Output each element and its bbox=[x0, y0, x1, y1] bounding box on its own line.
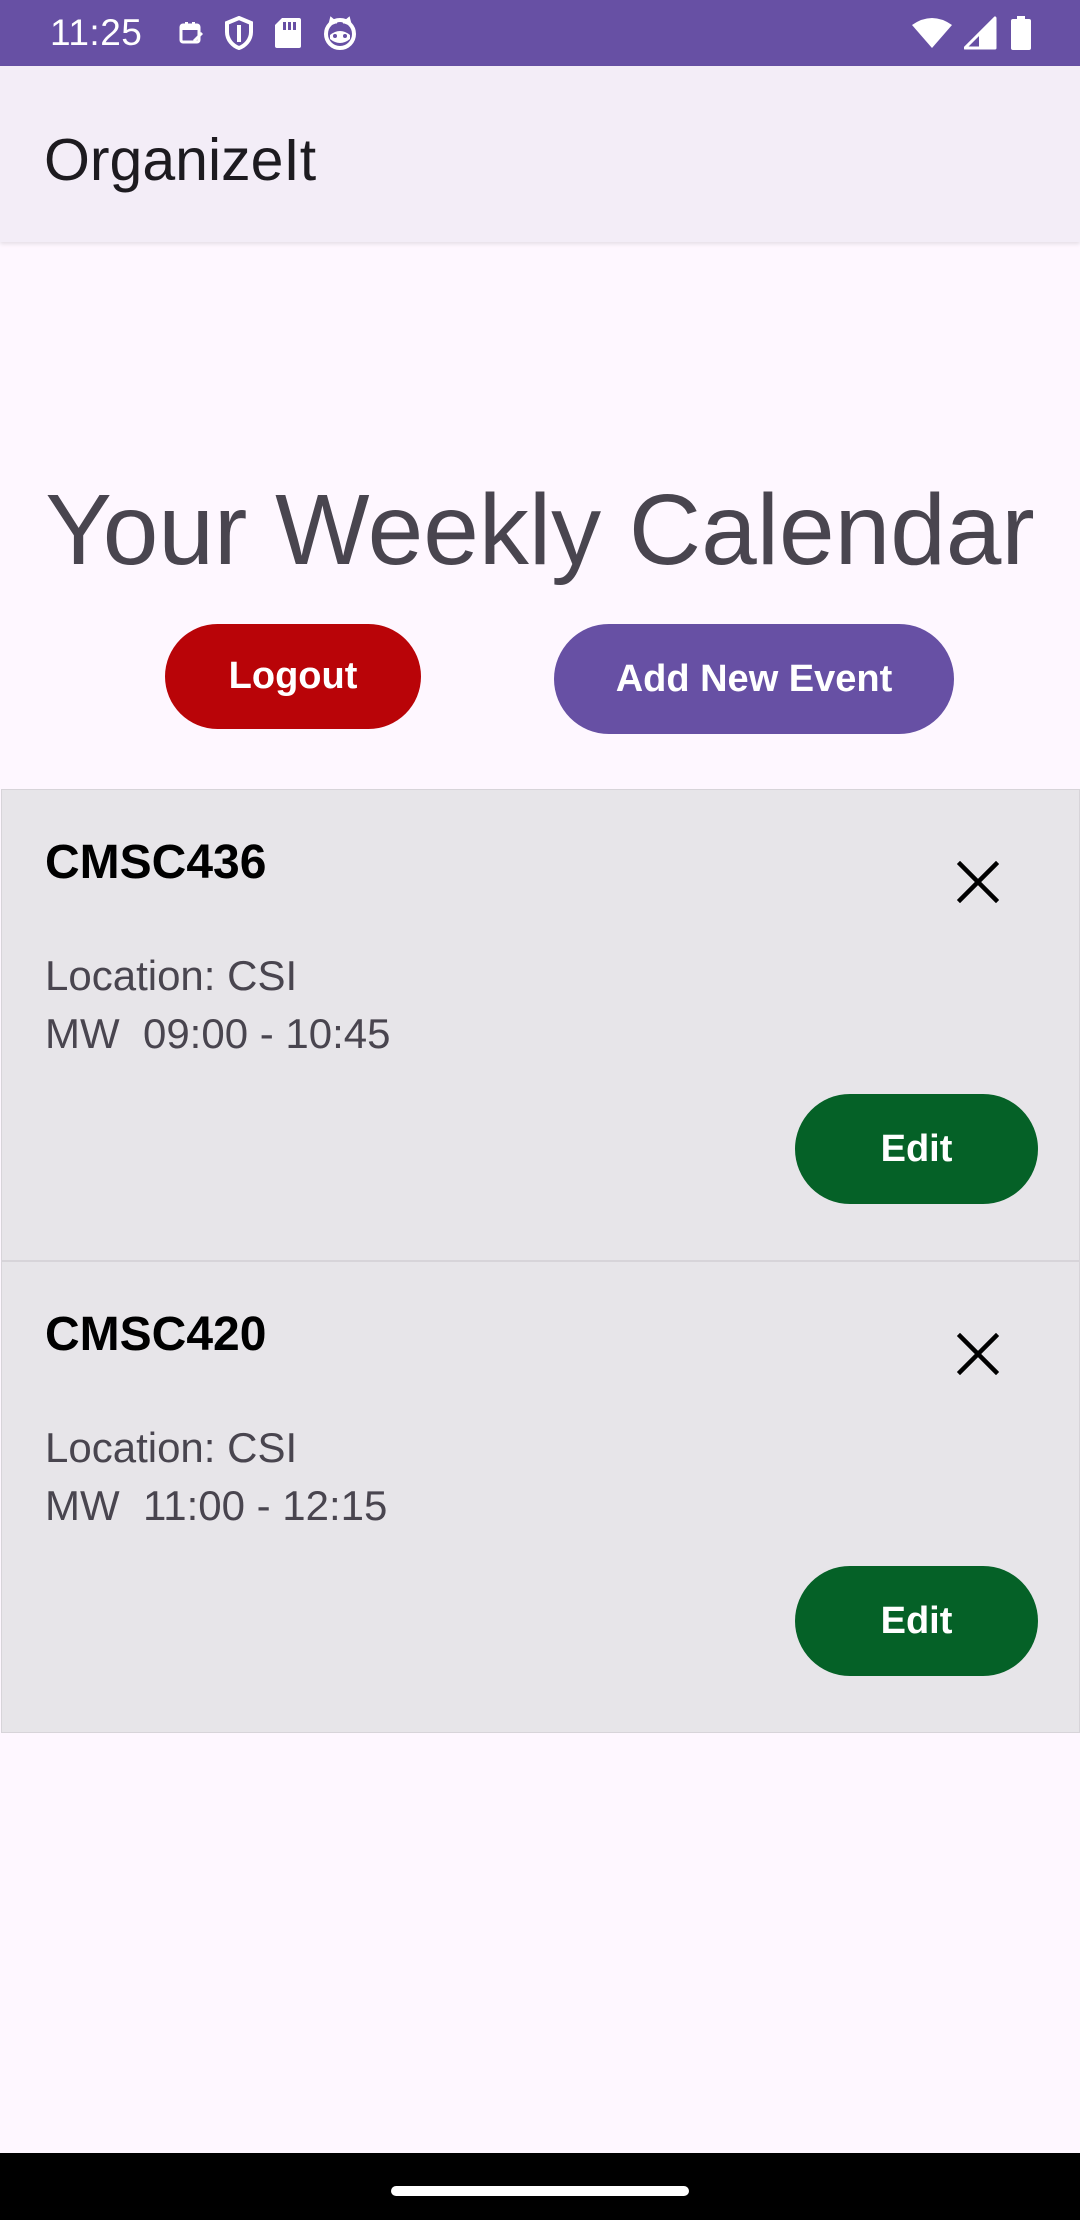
navigation-bar bbox=[0, 2153, 1080, 2220]
event-location: Location: CSI bbox=[45, 1424, 298, 1471]
status-system-icons bbox=[912, 14, 1032, 52]
edit-event-button[interactable]: Edit bbox=[795, 1094, 1038, 1204]
wifi-icon bbox=[912, 18, 952, 48]
edit-event-button[interactable]: Edit bbox=[795, 1566, 1038, 1676]
app-title: OrganizeIt bbox=[44, 127, 317, 193]
shield-icon bbox=[225, 16, 253, 50]
logout-button[interactable]: Logout bbox=[165, 624, 421, 729]
event-location: Location: CSI bbox=[45, 952, 298, 999]
signal-icon bbox=[964, 16, 997, 50]
sd-card-icon bbox=[275, 18, 301, 48]
event-time: MW 11:00 - 12:15 bbox=[45, 1482, 388, 1529]
event-time: MW 09:00 - 10:45 bbox=[45, 1010, 391, 1057]
event-title: CMSC420 bbox=[45, 1308, 267, 1361]
status-bar: 11:25 bbox=[0, 0, 1080, 66]
delete-event-button[interactable] bbox=[949, 1325, 1007, 1383]
home-gesture-handle[interactable] bbox=[391, 2186, 689, 2196]
event-card: CMSC436 Location: CSI MW 09:00 - 10:45 E… bbox=[1, 789, 1080, 1261]
page-title: Your Weekly Calendar bbox=[45, 474, 1035, 586]
battery-icon bbox=[1011, 16, 1031, 50]
add-new-event-button[interactable]: Add New Event bbox=[554, 624, 954, 734]
status-notification-icons bbox=[178, 14, 358, 52]
status-time: 11:25 bbox=[50, 12, 143, 53]
delete-event-button[interactable] bbox=[949, 853, 1007, 911]
close-icon bbox=[957, 1333, 999, 1375]
event-title: CMSC436 bbox=[45, 836, 267, 889]
event-card: CMSC420 Location: CSI MW 11:00 - 12:15 E… bbox=[1, 1261, 1080, 1733]
calendar-icon bbox=[179, 22, 203, 44]
app-bar: OrganizeIt bbox=[0, 66, 1080, 242]
cat-face-icon bbox=[324, 16, 356, 50]
close-icon bbox=[957, 861, 999, 903]
